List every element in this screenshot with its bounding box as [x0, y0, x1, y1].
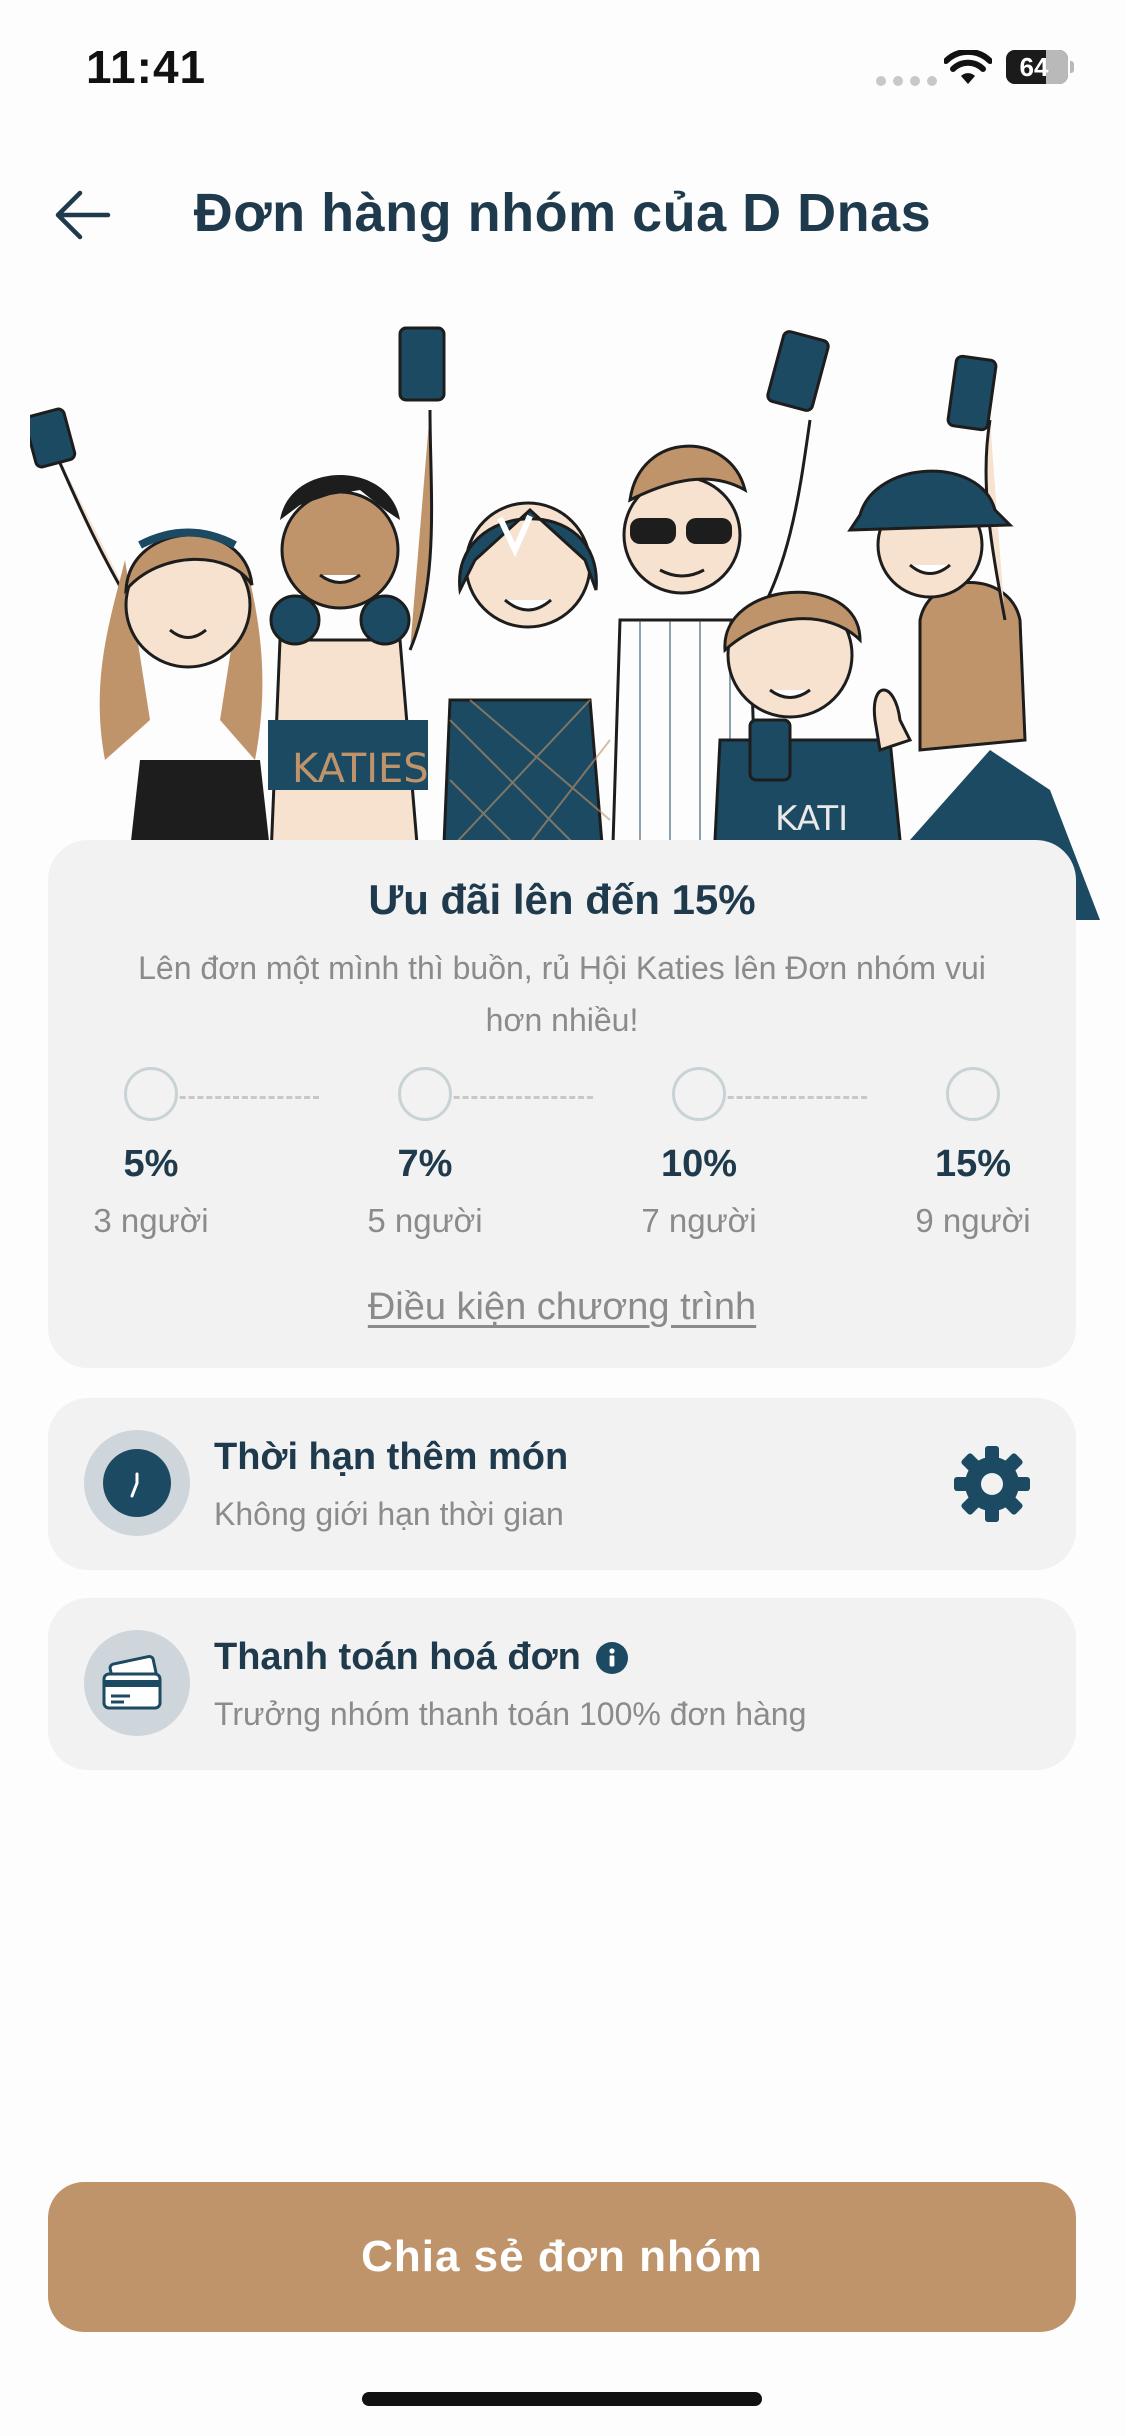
battery-level-label: 64: [1019, 52, 1049, 82]
tier-circle: [124, 1067, 178, 1121]
info-icon[interactable]: [595, 1641, 629, 1675]
share-group-order-button[interactable]: Chia sẻ đơn nhóm: [48, 2182, 1076, 2332]
tier-people: 9 người: [915, 1202, 1031, 1239]
tier-percent: 5%: [123, 1143, 179, 1185]
discount-tiers: 5% 3 người 7% 5 người 10% 7 người 15% 9 …: [48, 1066, 1076, 1266]
shirt-text-kati: KATI: [775, 799, 848, 839]
tier-people: 3 người: [93, 1202, 209, 1239]
time-limit-card[interactable]: Thời hạn thêm món Không giới hạn thời gi…: [48, 1398, 1076, 1570]
page-title: Đơn hàng nhóm của D Dnas: [193, 183, 932, 243]
group-order-screen: 11:41 64 Đơn hàng nhóm của D Dnas KATIES…: [0, 0, 1125, 2436]
tier-item: 10% 7 người: [599, 1066, 799, 1240]
tier-circle: [398, 1067, 452, 1121]
payment-card[interactable]: Thanh toán hoá đơn Trưởng nhóm thanh toá…: [48, 1598, 1076, 1770]
tier-percent: 15%: [934, 1143, 1012, 1185]
shirt-text-katies: KATIES: [292, 746, 429, 792]
header: Đơn hàng nhóm của D Dnas: [0, 160, 1125, 270]
tier-item: 5% 3 người: [51, 1066, 251, 1240]
cellular-signal-icon: [876, 76, 937, 86]
home-indicator: [362, 2392, 762, 2406]
time-limit-title-text: Thời hạn thêm món: [214, 1436, 569, 1478]
payment-title: Thanh toán hoá đơn: [214, 1636, 629, 1679]
payment-card-icon: [84, 1630, 190, 1736]
tier-item: 7% 5 người: [325, 1066, 525, 1240]
time-limit-title: Thời hạn thêm món: [214, 1436, 568, 1479]
program-conditions-link[interactable]: Điều kiện chương trình: [48, 1286, 1076, 1329]
clock-icon: [84, 1430, 190, 1536]
status-time: 11:41: [86, 41, 207, 93]
tier-percent: 10%: [660, 1143, 738, 1185]
tier-people: 7 người: [641, 1202, 757, 1239]
tier-people: 5 người: [367, 1202, 483, 1239]
promo-description: Lên đơn một mình thì buồn, rủ Hội Katies…: [138, 950, 986, 1038]
gear-icon[interactable]: [952, 1444, 1032, 1524]
tier-percent: 7%: [397, 1143, 453, 1185]
promo-card: Ưu đãi lên đến 15% Lên đơn một mình thì …: [48, 840, 1076, 1368]
payment-subtitle: Trưởng nhóm thanh toán 100% đơn hàng: [214, 1696, 807, 1732]
wifi-icon: [944, 50, 992, 84]
status-bar: 11:41 64: [0, 0, 1125, 140]
battery-icon: 64: [1006, 50, 1074, 86]
tier-circle: [946, 1067, 1000, 1121]
tier-item: 15% 9 người: [873, 1066, 1073, 1240]
time-limit-subtitle: Không giới hạn thời gian: [214, 1496, 564, 1532]
payment-title-text: Thanh toán hoá đơn: [214, 1636, 581, 1678]
tier-circle: [672, 1067, 726, 1121]
promo-title: Ưu đãi lên đến 15%: [368, 876, 756, 923]
